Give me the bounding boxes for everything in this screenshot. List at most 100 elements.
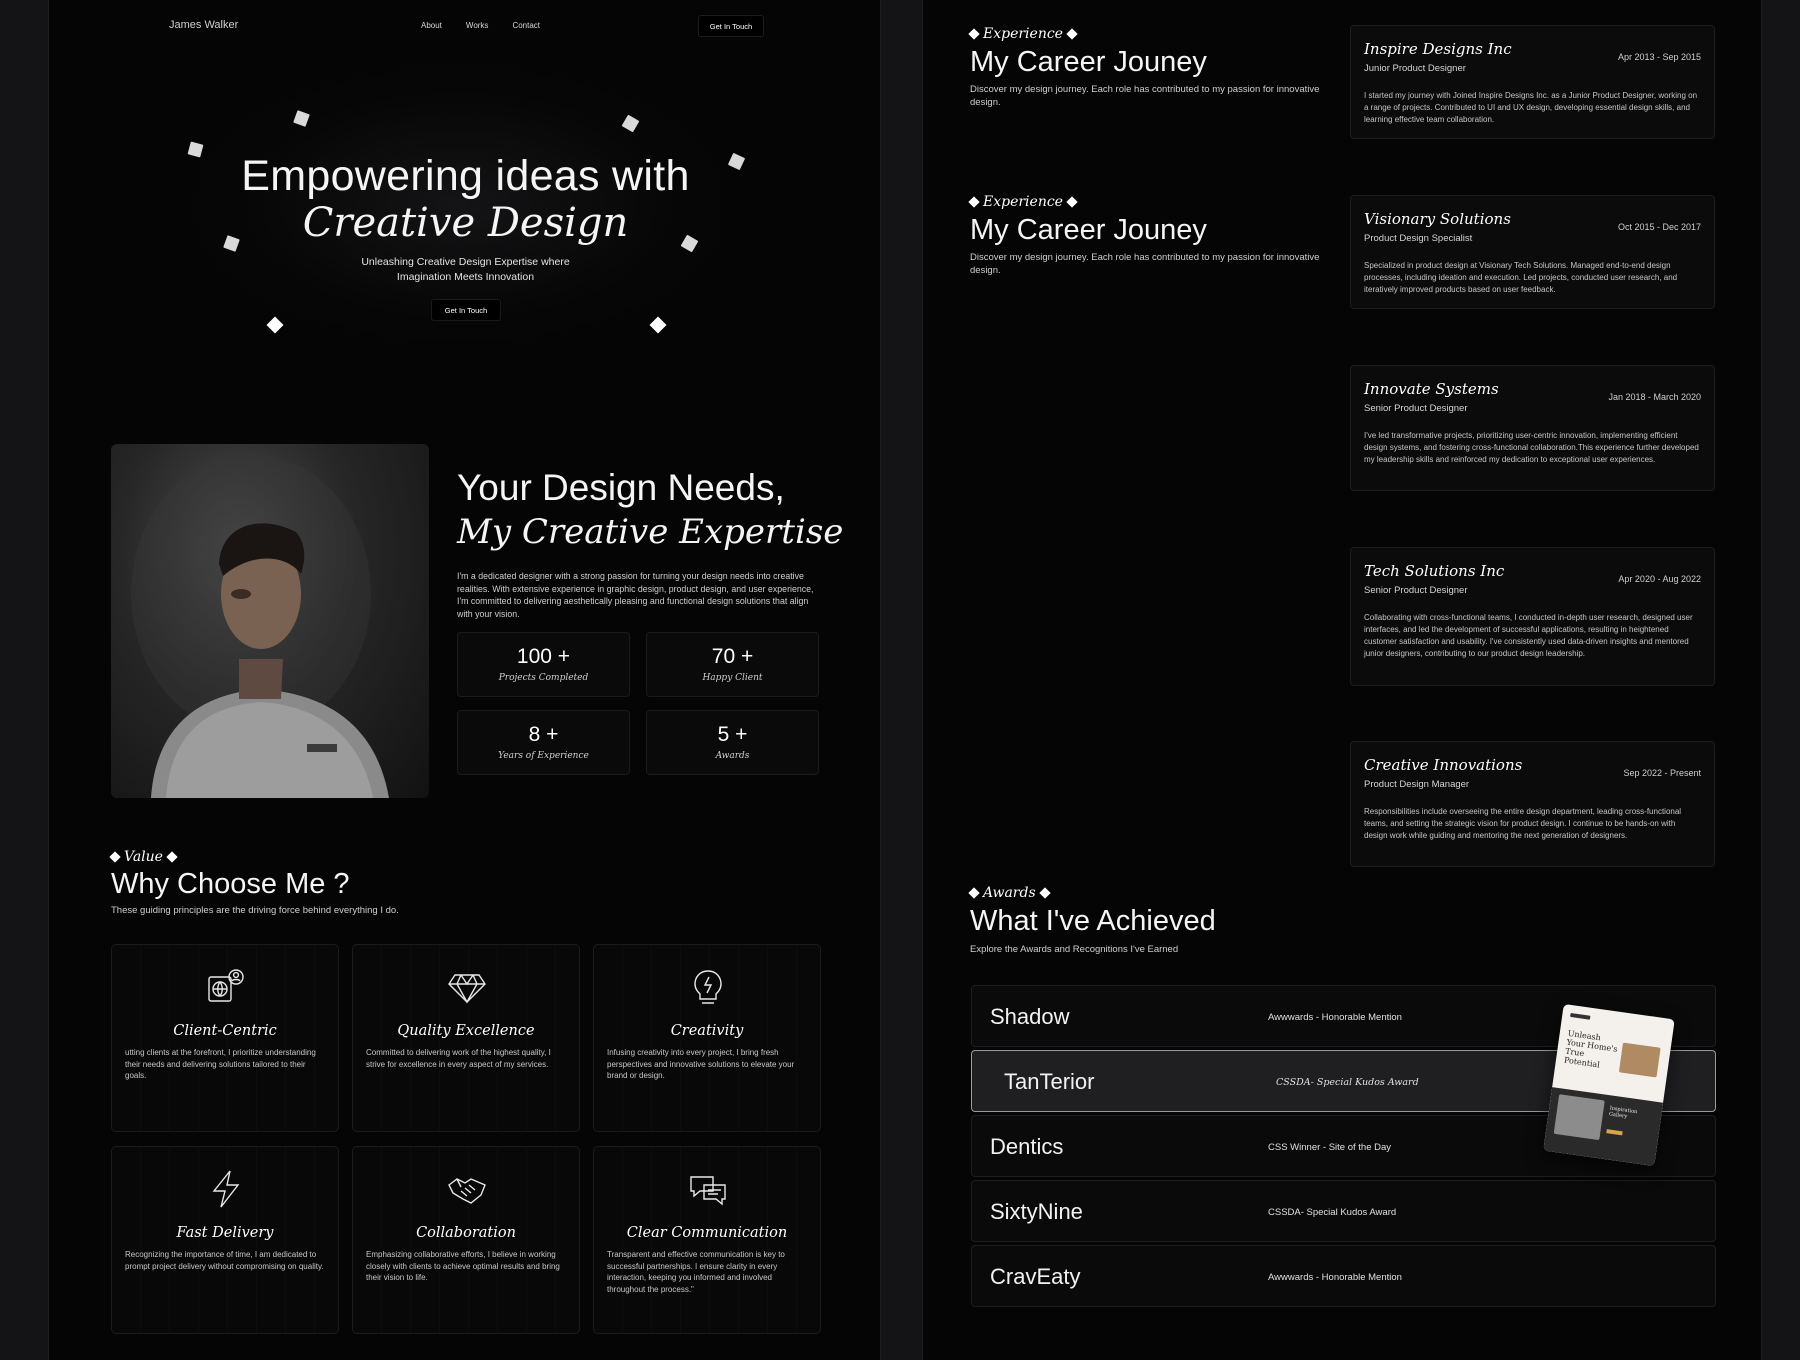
award-title: Awwwards - Honorable Mention [1268, 1272, 1402, 1283]
hero-subtitle-line: Unleashing Creative Design Expertise whe… [361, 256, 570, 268]
diamond-bullet-icon [109, 851, 121, 863]
values-subtitle: These guiding principles are the driving… [111, 905, 399, 916]
stat-clients: 70 + Happy Client [646, 632, 819, 697]
stat-value: 5 + [717, 723, 748, 746]
value-card-text: Infusing creativity into every project, … [607, 1048, 795, 1080]
diamond-bullet-icon [1066, 196, 1078, 208]
experience-subtitle: Discover my design journey. Each role ha… [970, 84, 1320, 108]
job-description: I started my journey with Joined Inspire… [1364, 91, 1698, 124]
job-company: Tech Solutions Inc [1364, 562, 1505, 580]
awards-eyebrow: Awards [968, 885, 1051, 901]
experience-title: My Career Jouney [970, 214, 1207, 246]
value-card-text: Committed to delivering work of the high… [366, 1048, 551, 1069]
job-card: Visionary Solutions Oct 2015 - Dec 2017 … [1350, 195, 1715, 309]
award-title: Awwwards - Honorable Mention [1268, 1012, 1402, 1023]
job-company: Innovate Systems [1364, 380, 1499, 398]
job-role: Senior Product Designer [1364, 403, 1468, 414]
eyebrow-text: Value [124, 849, 163, 865]
hero-subtitle-line: Imagination Meets Innovation [396, 271, 535, 283]
stat-label: Awards [715, 751, 750, 761]
job-description: I've led transformative projects, priori… [1364, 431, 1699, 464]
diamond-bullet-icon [968, 196, 980, 208]
job-role: Product Design Manager [1364, 779, 1470, 790]
job-description: Collaborating with cross-functional team… [1364, 613, 1693, 658]
award-row[interactable]: SixtyNine CSSDA- Special Kudos Award [971, 1180, 1716, 1242]
value-card-title: Fast Delivery [176, 1225, 274, 1241]
values-title: Why Choose Me ? [111, 868, 350, 900]
stat-projects: 100 + Projects Completed [457, 632, 630, 697]
job-role: Junior Product Designer [1364, 63, 1466, 74]
globe-user-icon [208, 969, 244, 1002]
diamond-icon [448, 974, 486, 1004]
designer-portrait [111, 444, 429, 798]
nav-about[interactable]: About [421, 21, 442, 30]
nav-contact[interactable]: Contact [512, 21, 540, 30]
job-card: Inspire Designs Inc Apr 2013 - Sep 2015 … [1350, 25, 1715, 139]
stat-value: 70 + [711, 645, 754, 668]
portrait-illustration [131, 454, 389, 798]
awards-title: What I've Achieved [970, 905, 1216, 937]
experience-eyebrow: Experience [968, 26, 1078, 42]
value-card-title: Collaboration [416, 1225, 516, 1241]
award-row[interactable]: CravEaty Awwwards - Honorable Mention [971, 1245, 1716, 1307]
stat-value: 100 + [516, 645, 571, 668]
job-card: Innovate Systems Jan 2018 - March 2020 S… [1350, 365, 1715, 491]
value-card-title: Client-Centric [173, 1023, 277, 1039]
eyebrow-text: Experience [983, 26, 1063, 42]
hero-get-in-touch-button[interactable]: Get In Touch [431, 299, 501, 321]
eyebrow-text: Experience [983, 194, 1063, 210]
stat-label: Years of Experience [498, 751, 589, 761]
portfolio-home-panel: James Walker About Works Contact Get In … [48, 0, 881, 1360]
preview-logo [1570, 1012, 1591, 1020]
stat-label: Projects Completed [498, 673, 589, 683]
diamond-bullet-icon [968, 28, 980, 40]
about-title-accent: My Creative Expertise [457, 512, 844, 552]
handshake-icon [448, 1178, 486, 1204]
value-card-fast-delivery: Fast Delivery Recognizing the importance… [111, 1146, 339, 1334]
award-title: CSSDA- Special Kudos Award [1268, 1207, 1397, 1218]
portfolio-experience-panel: Experience My Career Jouney Discover my … [922, 0, 1762, 1360]
award-title: CSSDA- Special Kudos Award [1276, 1077, 1419, 1088]
diamond-bullet-icon [166, 851, 178, 863]
chat-bubbles-icon [690, 1176, 726, 1206]
job-dates: Apr 2013 - Sep 2015 [1617, 52, 1701, 62]
diamond-bullet-icon [968, 887, 980, 899]
value-card-text: Transparent and effective communication … [607, 1250, 785, 1294]
job-company: Inspire Designs Inc [1364, 40, 1512, 58]
award-title: CSS Winner - Site of the Day [1268, 1142, 1392, 1153]
job-role: Senior Product Designer [1364, 585, 1468, 596]
job-description: Specialized in product design at Visiona… [1364, 261, 1678, 294]
lightbulb-icon [694, 970, 722, 1004]
experience-eyebrow: Experience [968, 194, 1078, 210]
value-card-title: Clear Communication [626, 1225, 788, 1241]
job-description: Responsibilities include overseeing the … [1364, 807, 1682, 840]
job-dates: Apr 2020 - Aug 2022 [1618, 574, 1701, 584]
value-card-collaboration: Collaboration Emphasizing collaborative … [352, 1146, 580, 1334]
job-company: Creative Innovations [1364, 756, 1523, 774]
value-card-communication: Clear Communication Transparent and effe… [593, 1146, 821, 1334]
stat-label: Happy Client [702, 673, 763, 683]
job-card: Tech Solutions Inc Apr 2020 - Aug 2022 S… [1350, 547, 1715, 686]
brand-name[interactable]: James Walker [169, 19, 238, 31]
hero-subtitle: Unleashing Creative Design Expertise whe… [299, 255, 632, 285]
diamond-bullet-icon [1038, 887, 1051, 899]
stat-value: 8 + [528, 723, 559, 746]
job-dates: Jan 2018 - March 2020 [1608, 392, 1701, 402]
top-nav: About Works Contact [421, 21, 540, 30]
project-preview-card: Unleash Your Home's True Potential Inspi… [1543, 1003, 1675, 1167]
experience-subtitle: Discover my design journey. Each role ha… [970, 252, 1320, 276]
job-dates: Sep 2022 - Present [1623, 768, 1701, 778]
value-card-text: Recognizing the importance of time, I am… [125, 1250, 324, 1271]
award-project: Dentics [990, 1134, 1064, 1159]
stat-awards: 5 + Awards [646, 710, 819, 775]
hero-title-accent: Creative Design [302, 200, 629, 246]
award-project: CravEaty [990, 1264, 1081, 1289]
value-card-title: Creativity [670, 1023, 744, 1039]
job-dates: Oct 2015 - Dec 2017 [1617, 222, 1701, 232]
about-paragraph: I'm a dedicated designer with a strong p… [457, 571, 814, 619]
values-eyebrow: Value [109, 849, 178, 865]
nav-get-in-touch-button[interactable]: Get In Touch [698, 15, 764, 37]
nav-works[interactable]: Works [466, 21, 489, 30]
about-title: Your Design Needs, [457, 467, 785, 508]
lightning-icon [212, 1170, 240, 1208]
